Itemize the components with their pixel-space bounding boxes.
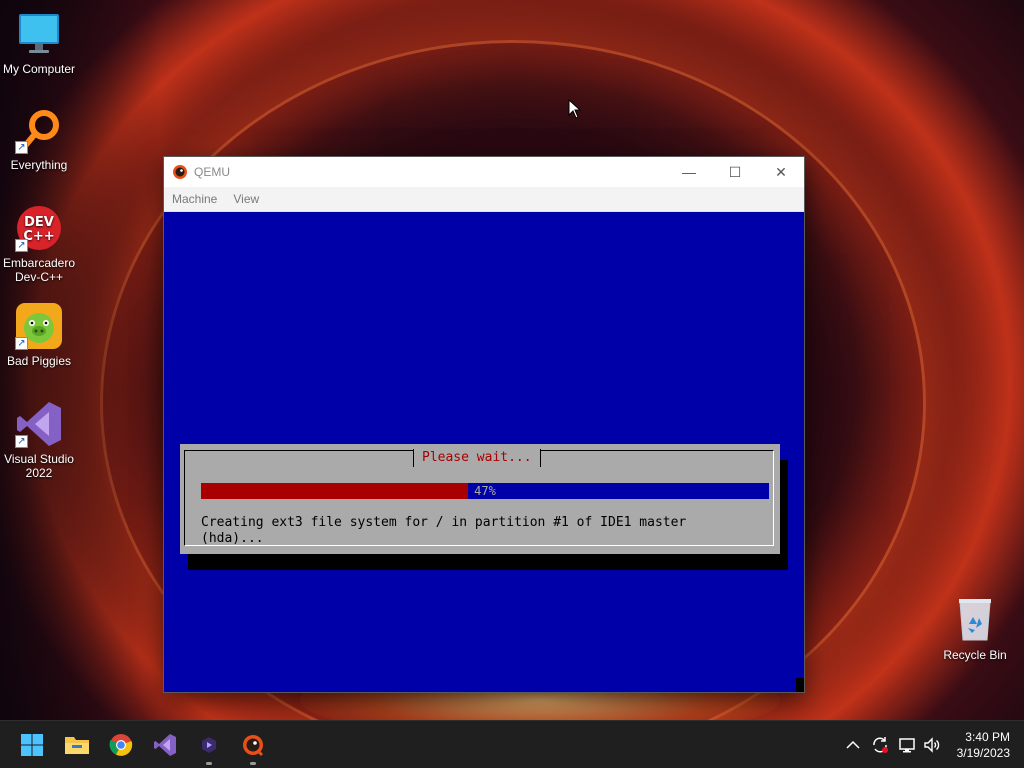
desktop-icon-visual-studio[interactable]: ↗ Visual Studio 2022 (0, 400, 78, 480)
everything-search-icon: ↗ (15, 106, 63, 154)
recycle-bin-icon (951, 596, 999, 644)
progress-label: 47% (474, 484, 496, 498)
chevron-up-icon (846, 740, 860, 749)
qemu-icon (243, 735, 264, 757)
mouse-cursor-icon (568, 98, 582, 124)
svg-text:DEV: DEV (24, 215, 54, 230)
start-button[interactable] (16, 729, 48, 761)
window-title: QEMU (194, 165, 230, 179)
taskbar-qemu[interactable] (237, 729, 269, 765)
status-line-2: (hda)... (201, 531, 264, 546)
taskbar-file-explorer[interactable] (61, 729, 93, 761)
dialog-title: Please wait... (413, 449, 541, 467)
chrome-icon (109, 734, 133, 756)
menu-machine[interactable]: Machine (172, 192, 217, 206)
maximize-button[interactable]: ☐ (712, 157, 758, 187)
volume-icon (924, 737, 940, 753)
shortcut-arrow-icon: ↗ (15, 141, 28, 154)
tray-overflow-button[interactable] (846, 721, 860, 768)
vm-display[interactable]: Please wait... 47% Creating ext3 file sy… (164, 212, 804, 692)
running-indicator (206, 762, 212, 765)
close-icon: ✕ (775, 163, 787, 180)
qemu-window[interactable]: QEMU — ☐ ✕ Machine View Please wait... 4… (164, 157, 804, 692)
windows-start-icon (21, 734, 43, 756)
menu-view[interactable]: View (233, 192, 259, 206)
shortcut-arrow-icon: ↗ (15, 239, 28, 252)
desktop: My Computer ↗ Everything DEV C++ ↗ Embar… (0, 0, 1024, 768)
taskbar-chrome[interactable] (105, 729, 137, 761)
dialog-frame: Please wait... 47% Creating ext3 file sy… (184, 449, 774, 547)
maximize-icon: ☐ (728, 163, 742, 180)
taskbar-visual-studio[interactable] (149, 729, 181, 761)
desktop-icon-devcpp[interactable]: DEV C++ ↗ Embarcadero Dev-C++ (0, 204, 78, 284)
minimize-icon: — (682, 164, 696, 180)
network-icon (899, 738, 915, 753)
taskbar-vs-installer[interactable] (193, 729, 225, 765)
minimize-button[interactable]: — (666, 157, 712, 187)
desktop-icon-label: Recycle Bin (943, 648, 1007, 662)
vm-corner-block (796, 678, 804, 692)
progress-dialog: Please wait... 47% Creating ext3 file sy… (180, 444, 780, 554)
vs-installer-icon (202, 737, 216, 753)
tray-sync[interactable] (871, 721, 889, 768)
bad-piggies-icon: ↗ (15, 302, 63, 350)
system-clock[interactable]: 3:40 PM 3/19/2023 (957, 729, 1010, 761)
shortcut-arrow-icon: ↗ (15, 435, 28, 448)
qemu-icon (172, 164, 188, 180)
svg-text:C++: C++ (23, 229, 54, 244)
desktop-icon-label: Everything (10, 158, 68, 172)
clock-time: 3:40 PM (965, 730, 1010, 744)
file-explorer-icon (65, 737, 89, 754)
tray-network[interactable] (898, 721, 916, 768)
desktop-icon-label: Embarcadero Dev-C++ (2, 256, 76, 284)
desktop-icon-recycle-bin[interactable]: Recycle Bin (936, 596, 1014, 662)
close-button[interactable]: ✕ (758, 157, 804, 187)
desktop-icon-everything[interactable]: ↗ Everything (0, 106, 78, 172)
sync-icon (873, 737, 888, 753)
desktop-icon-label: My Computer (2, 62, 76, 76)
devcpp-icon: DEV C++ ↗ (15, 204, 63, 252)
desktop-icon-bad-piggies[interactable]: ↗ Bad Piggies (0, 302, 78, 368)
monitor-icon (15, 10, 63, 58)
progress-bar: 47% (201, 483, 769, 499)
clock-date: 3/19/2023 (956, 746, 1010, 760)
shortcut-arrow-icon: ↗ (15, 337, 28, 350)
window-titlebar[interactable]: QEMU — ☐ ✕ (164, 157, 804, 187)
status-message: Creating ext3 file system for / in parti… (201, 515, 761, 547)
running-indicator (250, 762, 256, 765)
visual-studio-icon: ↗ (15, 400, 63, 448)
taskbar: 3:40 PM 3/19/2023 (0, 720, 1024, 768)
menubar: Machine View (164, 187, 804, 212)
visual-studio-icon (154, 734, 176, 756)
desktop-icon-label: Visual Studio 2022 (4, 452, 74, 480)
desktop-icon-my-computer[interactable]: My Computer (0, 10, 78, 76)
desktop-icon-label: Bad Piggies (6, 354, 72, 368)
status-line-1: Creating ext3 file system for / in parti… (201, 515, 687, 530)
tray-volume[interactable] (923, 721, 941, 768)
